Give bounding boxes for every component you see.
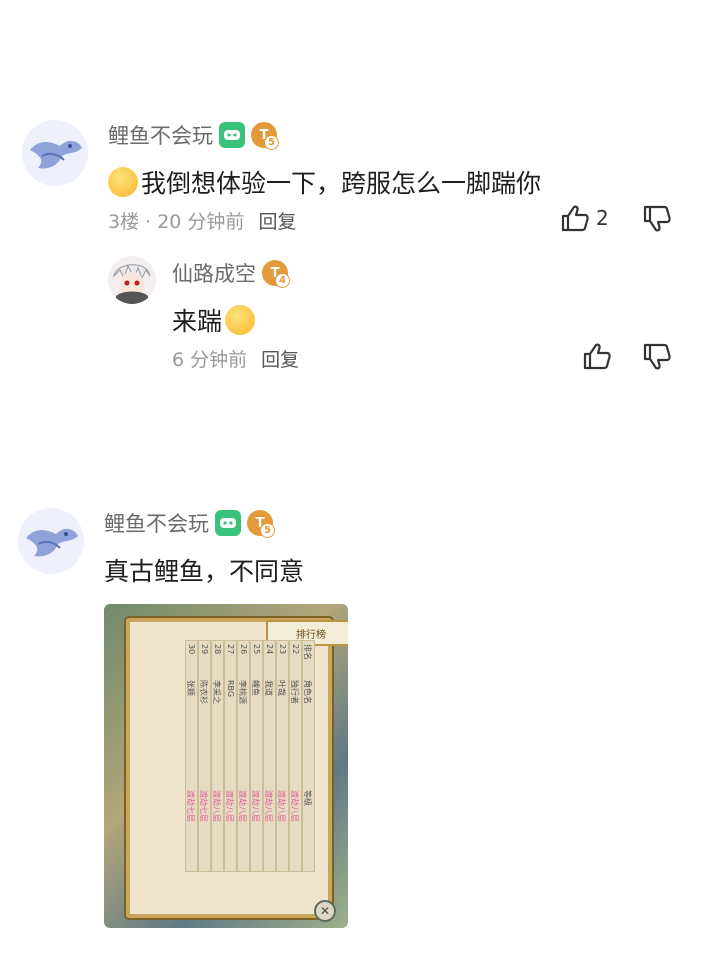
ranking-cell: 22: [291, 644, 300, 655]
like-button[interactable]: [582, 342, 612, 370]
ranking-cell: 等级: [303, 790, 312, 806]
ranking-cell: 独行者: [290, 680, 299, 704]
username-text[interactable]: 仙路成空: [172, 258, 256, 288]
ranking-cell: 陈衣衫: [199, 680, 208, 704]
ranking-row: [237, 640, 250, 872]
comment-text: 真古鲤鱼，不同意: [104, 557, 305, 586]
ranking-cell: 角色名: [303, 680, 312, 704]
username[interactable]: 仙路成空 T4: [172, 258, 290, 288]
ranking-cell: 渡劫七层: [199, 790, 208, 822]
floor-time: 3楼 · 20 分钟前: [108, 211, 245, 233]
level-badge-icon: T4: [262, 260, 290, 288]
attached-image[interactable]: 排行榜 排名 角色名 等级 22 独行者 渡劫八层 23 叶哉 渡劫八层 24 我道 渡劫八层 25 鲤鱼…: [104, 604, 348, 928]
ranking-cell: 渡劫八层: [238, 790, 247, 822]
ranking-cell: 28: [213, 644, 222, 655]
comment-text: 我倒想体验一下，跨服怎么一脚踹你: [108, 164, 541, 200]
thumbs-down-icon: [642, 343, 672, 371]
ranking-row: [211, 640, 224, 872]
comment-meta: 3楼 · 20 分钟前 回复: [108, 207, 296, 234]
ranking-cell: 27: [226, 644, 235, 655]
emoji-icon: [225, 305, 256, 335]
thumbs-down-icon: [642, 205, 672, 233]
ranking-cell: 29: [200, 644, 209, 655]
ranking-cell: 鲤鱼: [251, 680, 260, 696]
thumbs-up-icon: [560, 204, 590, 232]
ranking-cell: 排名: [303, 644, 312, 660]
like-count: 2: [596, 206, 609, 230]
reply-button[interactable]: 回复: [261, 345, 299, 372]
username[interactable]: 鲤鱼不会玩 T5: [108, 120, 279, 150]
ranking-row: [224, 640, 237, 872]
ranking-header: [302, 640, 315, 872]
ranking-cell: 渡劫八层: [264, 790, 273, 822]
ranking-cell: 李采之: [212, 680, 221, 704]
ranking-row: [198, 640, 211, 872]
ranking-cell: 30: [187, 644, 196, 655]
reply-time: 6 分钟前: [172, 349, 248, 371]
avatar[interactable]: [22, 120, 88, 186]
ranking-row: [250, 640, 263, 872]
close-icon[interactable]: ✕: [314, 900, 336, 922]
level-badge-icon: T5: [247, 510, 275, 538]
ranking-cell: 26: [239, 644, 248, 655]
like-button[interactable]: 2: [560, 204, 609, 232]
ranking-row: [276, 640, 289, 872]
gamepad-icon: [219, 122, 245, 148]
ranking-cell: 渡劫八层: [212, 790, 221, 822]
ranking-cell: 张颖: [186, 680, 195, 696]
ranking-cell: 叶哉: [277, 680, 286, 696]
username-text[interactable]: 鲤鱼不会玩: [108, 120, 213, 150]
ranking-row: [185, 640, 198, 872]
dislike-button[interactable]: [642, 343, 672, 371]
emoji-icon: [108, 167, 138, 197]
ranking-cell: 渡劫七层: [186, 790, 195, 822]
username[interactable]: 鲤鱼不会玩 T5: [104, 508, 275, 538]
ranking-cell: 渡劫八层: [225, 790, 234, 822]
ranking-cell: 我道: [264, 680, 273, 696]
ranking-panel: 排行榜 排名 角色名 等级 22 独行者 渡劫八层 23 叶哉 渡劫八层 24 我道 渡劫八层 25 鲤鱼…: [126, 618, 348, 918]
avatar[interactable]: [18, 508, 84, 574]
reply-button[interactable]: 回复: [258, 207, 296, 234]
username-text[interactable]: 鲤鱼不会玩: [104, 508, 209, 538]
reply-text: 来踹: [172, 302, 258, 338]
dislike-button[interactable]: [642, 205, 672, 233]
ranking-row: [263, 640, 276, 872]
ranking-cell: RBG: [226, 680, 235, 698]
ranking-cell: 23: [278, 644, 287, 655]
ranking-cell: 25: [252, 644, 261, 655]
reply-meta: 6 分钟前 回复: [172, 345, 299, 372]
ranking-cell: 24: [265, 644, 274, 655]
ranking-cell: 渡劫八层: [277, 790, 286, 822]
ranking-row: [289, 640, 302, 872]
gamepad-icon: [215, 510, 241, 536]
ranking-cell: 李桃源: [238, 680, 247, 704]
level-badge-icon: T5: [251, 122, 279, 150]
ranking-cell: 渡劫八层: [290, 790, 299, 822]
thumbs-up-icon: [582, 342, 612, 370]
ranking-cell: 渡劫八层: [251, 790, 260, 822]
avatar[interactable]: [108, 256, 156, 304]
